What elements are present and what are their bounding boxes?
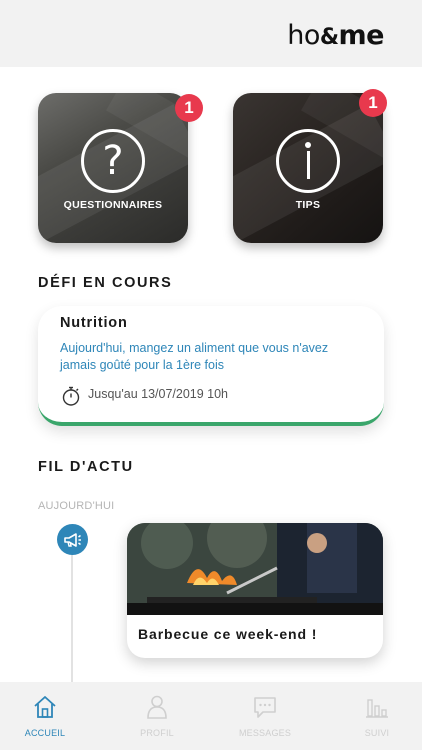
user-icon bbox=[147, 695, 167, 719]
challenge-title: Nutrition bbox=[60, 315, 128, 331]
tab-messages[interactable]: MESSAGES bbox=[220, 682, 310, 750]
timeline-line bbox=[71, 552, 73, 684]
bar-chart-icon bbox=[366, 699, 388, 718]
tab-messages-label: MESSAGES bbox=[238, 728, 292, 738]
defi-section-title: DÉFI EN COURS bbox=[38, 275, 173, 291]
app-header: ho&me bbox=[0, 0, 422, 67]
tips-label: TIPS bbox=[295, 199, 321, 211]
feed-section-title: FIL D'ACTU bbox=[38, 459, 134, 475]
tab-accueil-label: ACCUEIL bbox=[24, 728, 66, 738]
info-icon bbox=[276, 129, 340, 193]
tab-accueil[interactable]: ACCUEIL bbox=[0, 682, 90, 750]
logo-text-ho: ho bbox=[287, 20, 320, 51]
news-title: Barbecue ce week-end ! bbox=[138, 626, 318, 642]
home-icon bbox=[34, 696, 56, 718]
tips-badge: 1 bbox=[359, 89, 387, 117]
current-challenge-card[interactable]: Nutrition Aujourd'hui, mangez un aliment… bbox=[38, 306, 384, 426]
barbecue-photo bbox=[127, 523, 383, 615]
megaphone-icon bbox=[57, 524, 88, 555]
question-mark-icon: ? bbox=[81, 129, 145, 193]
stopwatch-icon bbox=[62, 386, 80, 406]
questionnaires-tile[interactable]: ? QUESTIONNAIRES bbox=[38, 93, 188, 243]
tab-suivi-label: SUIVI bbox=[364, 728, 390, 738]
app-logo: ho&me bbox=[287, 20, 384, 51]
tab-profil-label: PROFIL bbox=[140, 728, 174, 738]
challenge-description: Aujourd'hui, mangez un aliment que vous … bbox=[60, 341, 329, 372]
logo-text-me: me bbox=[338, 20, 385, 51]
news-card[interactable]: Barbecue ce week-end ! bbox=[127, 523, 383, 658]
questionnaires-label: QUESTIONNAIRES bbox=[63, 199, 163, 211]
tab-profil[interactable]: PROFIL bbox=[112, 682, 202, 750]
tips-tile[interactable]: TIPS bbox=[233, 93, 383, 243]
questionnaires-badge: 1 bbox=[175, 94, 203, 122]
chat-icon bbox=[254, 697, 276, 718]
challenge-deadline: Jusqu'au 13/07/2019 10h bbox=[88, 387, 229, 401]
bottom-tab-bar: ACCUEIL PROFIL MESSAGES SUIVI bbox=[0, 682, 422, 750]
logo-ampersand: & bbox=[319, 25, 339, 50]
timeline-day-label: AUJOURD'HUI bbox=[38, 500, 115, 512]
tab-suivi[interactable]: SUIVI bbox=[332, 682, 422, 750]
